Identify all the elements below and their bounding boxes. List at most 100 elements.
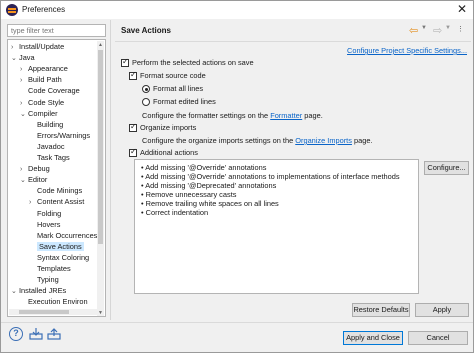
organize-imports-label: Organize imports — [140, 123, 197, 132]
tree-item[interactable]: Javadoc — [29, 141, 65, 152]
tree-item-label: Debug — [28, 164, 50, 174]
scroll-down-icon[interactable]: ▼ — [97, 309, 104, 316]
list-item-text: Remove unnecessary casts — [145, 190, 237, 199]
list-item: • Add missing '@Override' annotations to… — [141, 172, 400, 181]
cancel-button[interactable]: Cancel — [408, 331, 468, 345]
list-item: • Add missing '@Override' annotations — [141, 163, 267, 172]
tree-item[interactable]: Templates — [29, 263, 71, 274]
additional-actions-list[interactable]: • Add missing '@Override' annotations • … — [134, 159, 419, 294]
tree-item-label: Code Style — [28, 97, 65, 107]
footer-divider — [1, 322, 473, 323]
tree-item-label: Syntax Coloring — [37, 252, 90, 262]
format-edited-lines-label: Format edited lines — [153, 97, 216, 106]
formatter-note-text: Configure the formatter settings on the — [142, 111, 271, 120]
formatter-note-suffix: page. — [302, 111, 323, 120]
format-all-lines-label: Format all lines — [153, 84, 204, 93]
tree-item-label: Java — [19, 53, 35, 63]
filter-input[interactable] — [7, 24, 106, 37]
tree-item[interactable]: › Appearance — [20, 63, 68, 74]
apply-and-close-button[interactable]: Apply and Close — [343, 331, 403, 345]
imports-note-text: Configure the organize imports settings … — [142, 136, 296, 145]
tree-item[interactable]: Folding — [29, 208, 61, 219]
tree-item-label: Templates — [37, 264, 71, 273]
tree-item[interactable]: › Build Path — [20, 74, 62, 85]
tree-item[interactable]: Hovers — [29, 219, 60, 230]
tree-item[interactable]: ⌄ Java — [11, 52, 35, 63]
tree-vertical-scrollbar[interactable]: ▲ ▼ — [97, 41, 104, 316]
scroll-thumb[interactable] — [98, 50, 103, 244]
forward-dropdown-icon[interactable]: ▼ — [445, 25, 451, 31]
tree-item-label: Save Actions — [37, 241, 84, 251]
export-icon[interactable] — [47, 328, 61, 340]
back-dropdown-icon[interactable]: ▼ — [421, 25, 427, 31]
tree-item[interactable]: Execution Environ — [20, 296, 88, 307]
view-menu-icon[interactable]: ⋮ — [457, 25, 464, 33]
tree-item[interactable]: Building — [29, 119, 63, 130]
tree-item-label: Content Assist — [37, 197, 85, 207]
tree-item-label: Installed JREs — [19, 286, 67, 296]
tree-item[interactable]: Syntax Coloring — [29, 252, 89, 263]
tree-item-label: Folding — [37, 208, 62, 218]
window-title: Preferences — [22, 5, 66, 14]
organize-imports-note: Configure the organize imports settings … — [142, 136, 373, 145]
restore-defaults-button[interactable]: Restore Defaults — [352, 303, 410, 317]
back-arrow-icon[interactable]: ⇦ — [409, 24, 418, 37]
tree-item-label: Install/Update — [19, 42, 65, 51]
perform-actions-checkbox[interactable] — [121, 57, 129, 67]
list-item: • Remove trailing white spaces on all li… — [141, 199, 279, 208]
configure-button[interactable]: Configure... — [424, 161, 469, 175]
list-item: • Add missing '@Deprecated' annotations — [141, 181, 277, 190]
forward-arrow-icon[interactable]: ⇨ — [433, 24, 442, 37]
tree-item-label: Typing — [37, 275, 59, 285]
tree-item[interactable]: Task Tags — [29, 152, 70, 163]
tree-item[interactable]: Save Actions — [29, 241, 84, 252]
perform-actions-label: Perform the selected actions on save — [132, 58, 254, 67]
help-icon[interactable]: ? — [9, 327, 23, 341]
scroll-up-icon[interactable]: ▲ — [97, 41, 104, 49]
preferences-tree: ▲ ▼ › Install/Update ⌄ Java › Appearance › Buil… — [7, 39, 106, 317]
tree-item[interactable]: › Content Assist — [29, 196, 84, 207]
configure-project-settings-link[interactable]: Configure Project Specific Settings... — [347, 46, 467, 55]
tree-item-label: Errors/Warnings — [37, 130, 91, 140]
tree-item[interactable]: Errors/Warnings — [29, 130, 90, 141]
formatter-link[interactable]: Formatter — [270, 111, 302, 120]
tree-item[interactable]: › Debug — [20, 163, 50, 174]
tree-item-label: Building — [37, 119, 64, 129]
tree-item[interactable]: › Code Style — [20, 97, 64, 108]
tree-item[interactable]: ⌄ Compiler — [20, 108, 58, 119]
list-item-text: Add missing '@Deprecated' annotations — [145, 181, 277, 190]
list-item: • Correct indentation — [141, 208, 209, 217]
expand-chevron-icon[interactable]: ⌄ — [11, 286, 19, 297]
format-edited-lines-radio[interactable] — [142, 98, 150, 106]
hscroll-thumb[interactable] — [19, 310, 69, 314]
organize-imports-checkbox[interactable] — [129, 122, 137, 132]
expand-chevron-icon[interactable]: ⌄ — [20, 175, 28, 186]
format-source-label: Format source code — [140, 71, 206, 80]
eclipse-logo-icon — [6, 4, 18, 16]
tree-item[interactable]: Code Minings — [29, 185, 82, 196]
tree-item[interactable]: Typing — [29, 274, 59, 285]
tree-item[interactable]: Code Coverage — [20, 85, 80, 96]
title-bar: Preferences ✕ — [1, 1, 473, 19]
tree-item-label: Execution Environ — [28, 297, 88, 307]
import-icon[interactable] — [29, 328, 43, 340]
apply-button[interactable]: Apply — [415, 303, 469, 317]
format-all-lines-radio[interactable] — [142, 85, 150, 93]
list-item-text: Add missing '@Override' annotations to i… — [145, 172, 400, 181]
tree-item[interactable]: ⌄ Editor — [20, 174, 47, 185]
close-icon[interactable]: ✕ — [457, 2, 467, 16]
tree-item[interactable]: ⌄ Installed JREs — [11, 285, 66, 296]
format-source-checkbox[interactable] — [129, 70, 137, 80]
tree-item-label: Editor — [28, 175, 48, 185]
expand-chevron-icon[interactable]: ⌄ — [11, 53, 19, 64]
expand-chevron-icon[interactable]: ⌄ — [20, 109, 28, 120]
tree-item[interactable]: › Install/Update — [11, 41, 64, 52]
tree-horizontal-scrollbar[interactable] — [9, 309, 97, 315]
tree-item[interactable]: Mark Occurrences — [29, 230, 97, 241]
organize-imports-link[interactable]: Organize Imports — [295, 136, 352, 145]
preferences-window: Preferences ✕ ▲ ▼ ›Install/Update⌄Java›A… — [0, 0, 474, 353]
list-item: • Remove unnecessary casts — [141, 190, 237, 199]
tree-item-label: Compiler — [28, 108, 58, 118]
pane-divider[interactable] — [110, 20, 111, 320]
additional-actions-checkbox[interactable] — [129, 147, 137, 157]
